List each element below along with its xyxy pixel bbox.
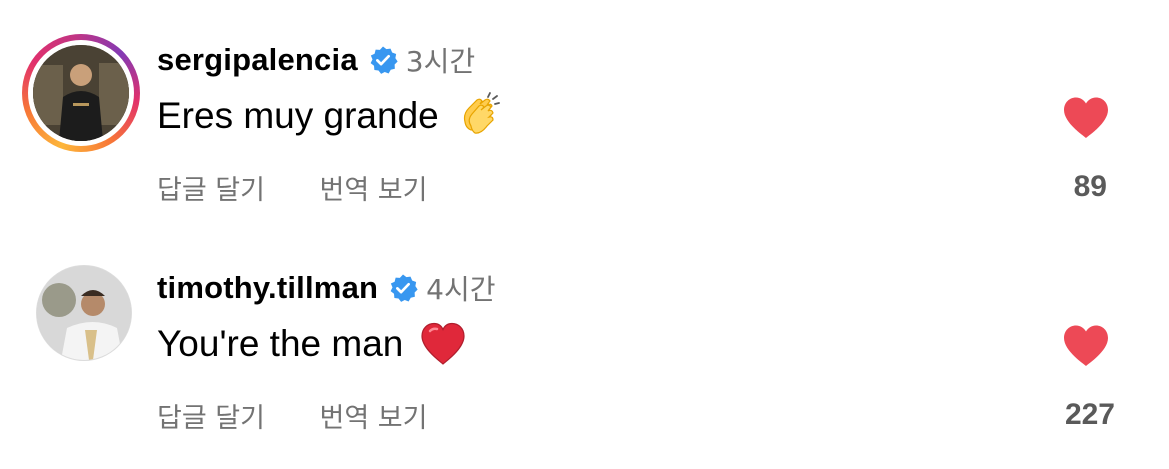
verified-badge-icon bbox=[390, 274, 418, 302]
comment-item: sergipalencia 3시간 Eres muy grande 답글 달기 … bbox=[0, 0, 1169, 206]
avatar[interactable] bbox=[28, 40, 134, 146]
reply-button[interactable]: 답글 달기 bbox=[157, 396, 265, 435]
comment-header: timothy.tillman 4시간 bbox=[157, 268, 496, 308]
comment-header: sergipalencia 3시간 bbox=[157, 40, 475, 80]
see-translation-button[interactable]: 번역 보기 bbox=[320, 396, 428, 435]
verified-badge-icon bbox=[370, 46, 398, 74]
like-count: 89 bbox=[1073, 170, 1107, 203]
comment-body: You're the man bbox=[157, 320, 467, 368]
see-translation-button[interactable]: 번역 보기 bbox=[320, 168, 428, 207]
comment-text: You're the man bbox=[157, 323, 404, 364]
timestamp: 3시간 bbox=[405, 45, 476, 78]
timestamp: 4시간 bbox=[426, 273, 496, 306]
reply-button[interactable]: 답글 달기 bbox=[157, 168, 265, 207]
story-ring[interactable] bbox=[22, 34, 140, 152]
avatar-image-icon bbox=[37, 266, 131, 360]
like-count: 227 bbox=[1064, 398, 1115, 431]
red-heart-icon bbox=[421, 322, 465, 365]
username[interactable]: sergipalencia bbox=[157, 42, 358, 78]
like-heart-icon[interactable] bbox=[1062, 324, 1110, 368]
clapping-hands-icon bbox=[463, 92, 500, 134]
comment-text: Eres muy grande bbox=[157, 95, 439, 136]
comment-body: Eres muy grande bbox=[157, 92, 503, 140]
like-heart-icon[interactable] bbox=[1062, 96, 1110, 140]
avatar-image-icon bbox=[33, 45, 129, 141]
avatar-photo bbox=[33, 45, 129, 141]
comment-actions: 답글 달기 번역 보기 bbox=[157, 168, 474, 207]
avatar[interactable] bbox=[37, 266, 131, 360]
comment-item: timothy.tillman 4시간 You're the man 답글 달기… bbox=[0, 228, 1169, 434]
username[interactable]: timothy.tillman bbox=[157, 270, 378, 306]
avatar-border[interactable] bbox=[36, 265, 132, 361]
comment-actions: 답글 달기 번역 보기 bbox=[157, 396, 474, 435]
